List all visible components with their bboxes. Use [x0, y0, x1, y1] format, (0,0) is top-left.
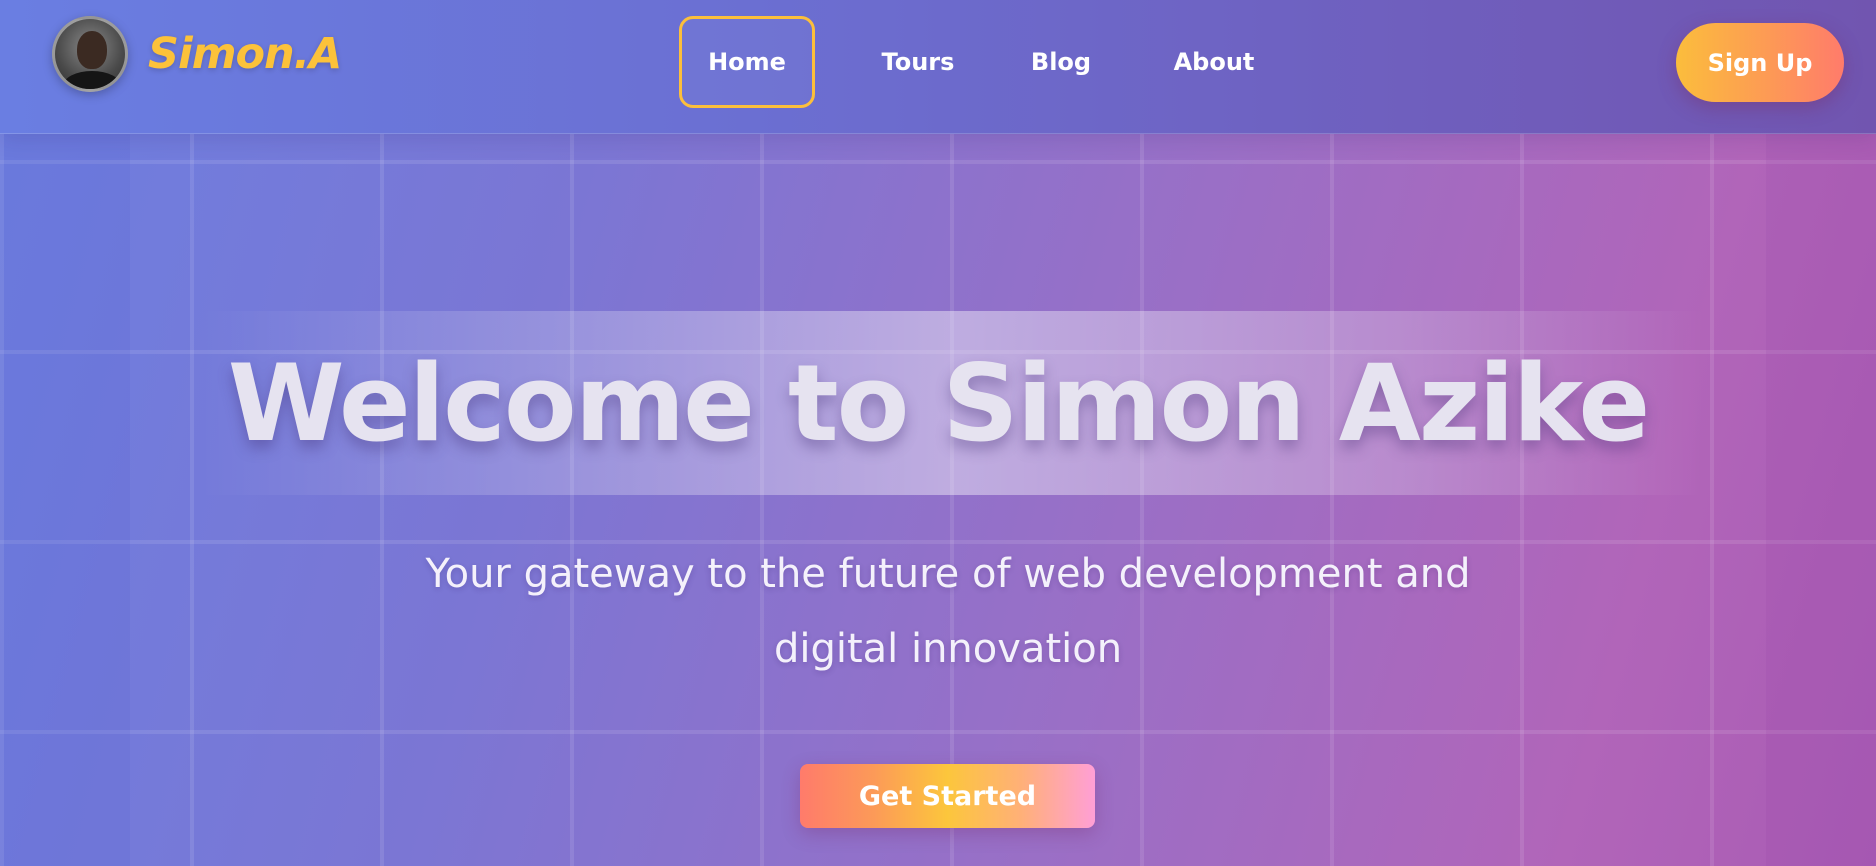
hero-subtitle: Your gateway to the future of web develo… — [425, 551, 1471, 672]
background-shade-right — [1766, 134, 1876, 866]
nav-links: Home Tours Blog About — [679, 16, 1279, 108]
avatar[interactable] — [52, 16, 128, 92]
avatar-face — [77, 31, 107, 69]
brand-name[interactable]: Simon.A — [148, 29, 342, 79]
signup-button[interactable]: Sign Up — [1676, 23, 1844, 102]
background-shade-left — [0, 134, 130, 866]
avatar-body — [63, 71, 121, 89]
hero-title: Welcome to Simon Azike — [227, 342, 1651, 465]
nav-link-about[interactable]: About — [1149, 16, 1279, 108]
brand[interactable]: Simon.A — [52, 16, 342, 92]
top-navbar: Simon.A Home Tours Blog About Sign Up — [0, 0, 1876, 134]
get-started-button[interactable]: Get Started — [800, 764, 1095, 828]
nav-link-blog[interactable]: Blog — [1001, 16, 1121, 108]
nav-link-home[interactable]: Home — [679, 16, 815, 108]
background-grid — [0, 134, 1876, 866]
nav-link-tours[interactable]: Tours — [849, 16, 987, 108]
